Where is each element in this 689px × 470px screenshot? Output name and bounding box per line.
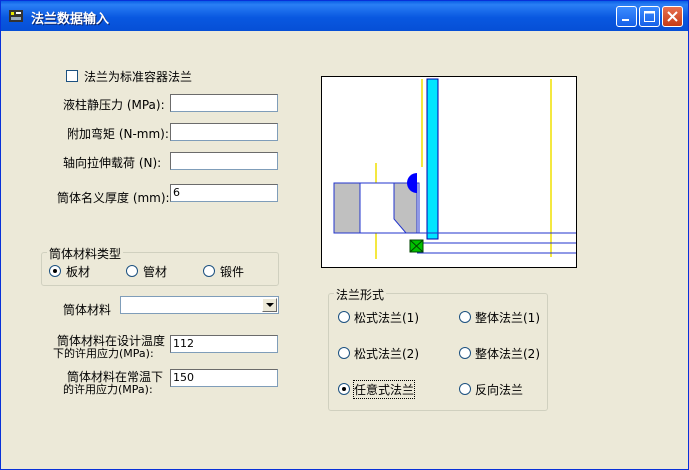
radio-forging[interactable] bbox=[203, 265, 215, 277]
flange-segment-left bbox=[333, 182, 361, 234]
radio-pipe[interactable] bbox=[126, 265, 138, 277]
close-icon bbox=[667, 11, 678, 22]
thickness-label: 筒体名义厚度 (mm): bbox=[57, 191, 170, 205]
title-bar[interactable]: 法兰数据输入 bbox=[1, 1, 688, 31]
radio-arbitrary-flange[interactable] bbox=[338, 383, 350, 395]
moment-input[interactable] bbox=[170, 123, 278, 141]
shell-wall bbox=[426, 78, 439, 240]
radio-loose-flange-2[interactable] bbox=[338, 347, 350, 359]
window-title: 法兰数据输入 bbox=[31, 12, 110, 27]
radio-integral-flange-2-label: 整体法兰(2) bbox=[475, 347, 540, 361]
dialog-window: 法兰数据输入 法兰为标准容器法兰 液柱静压力 (MPa): 附加弯矩 (N-mm… bbox=[0, 0, 689, 470]
axial-load-label: 轴向拉伸载荷 (N): bbox=[63, 156, 162, 170]
pressure-label: 液柱静压力 (MPa): bbox=[63, 98, 165, 112]
radio-loose-flange-1[interactable] bbox=[338, 311, 350, 323]
radio-forging-label: 锻件 bbox=[220, 265, 245, 279]
radio-integral-flange-1[interactable] bbox=[459, 311, 471, 323]
minimize-icon bbox=[622, 19, 629, 21]
minimize-button[interactable] bbox=[616, 6, 637, 27]
radio-loose-flange-2-label: 松式法兰(2) bbox=[354, 347, 419, 361]
maximize-icon bbox=[644, 11, 655, 22]
radio-reverse-flange-label: 反向法兰 bbox=[475, 383, 524, 397]
material-type-title: 筒体材料类型 bbox=[47, 245, 124, 262]
standard-flange-checkbox[interactable] bbox=[66, 70, 78, 82]
radio-arbitrary-flange-label: 任意式法兰 bbox=[352, 380, 416, 399]
app-icon bbox=[9, 10, 23, 22]
radio-reverse-flange[interactable] bbox=[459, 383, 471, 395]
pressure-input[interactable] bbox=[170, 94, 278, 112]
flange-drawing bbox=[333, 78, 576, 259]
radio-pipe-label: 管材 bbox=[143, 265, 168, 279]
thickness-input[interactable]: 6 bbox=[170, 184, 278, 202]
material-label: 筒体材料 bbox=[63, 303, 112, 317]
close-button[interactable] bbox=[662, 6, 683, 27]
design-stress-input[interactable]: 112 bbox=[170, 335, 278, 353]
maximize-button[interactable] bbox=[639, 6, 660, 27]
ambient-stress-input[interactable]: 150 bbox=[170, 369, 278, 387]
moment-label: 附加弯矩 (N-mm): bbox=[67, 127, 169, 141]
chevron-down-icon[interactable] bbox=[262, 298, 277, 312]
axial-load-input[interactable] bbox=[170, 152, 278, 170]
ambient-stress-label-line2: 的许用应力(MPa): bbox=[63, 383, 153, 396]
radio-integral-flange-2[interactable] bbox=[459, 347, 471, 359]
material-select[interactable] bbox=[120, 296, 279, 314]
radio-integral-flange-1-label: 整体法兰(1) bbox=[475, 311, 540, 325]
flange-type-title: 法兰形式 bbox=[334, 286, 387, 303]
radio-loose-flange-1-label: 松式法兰(1) bbox=[354, 311, 419, 325]
radio-plate-label: 板材 bbox=[66, 265, 91, 279]
flange-diagram bbox=[321, 76, 577, 268]
design-stress-label-line2: 下的许用应力(MPa): bbox=[53, 347, 154, 360]
radio-plate[interactable] bbox=[49, 265, 61, 277]
standard-flange-label: 法兰为标准容器法兰 bbox=[84, 70, 193, 84]
